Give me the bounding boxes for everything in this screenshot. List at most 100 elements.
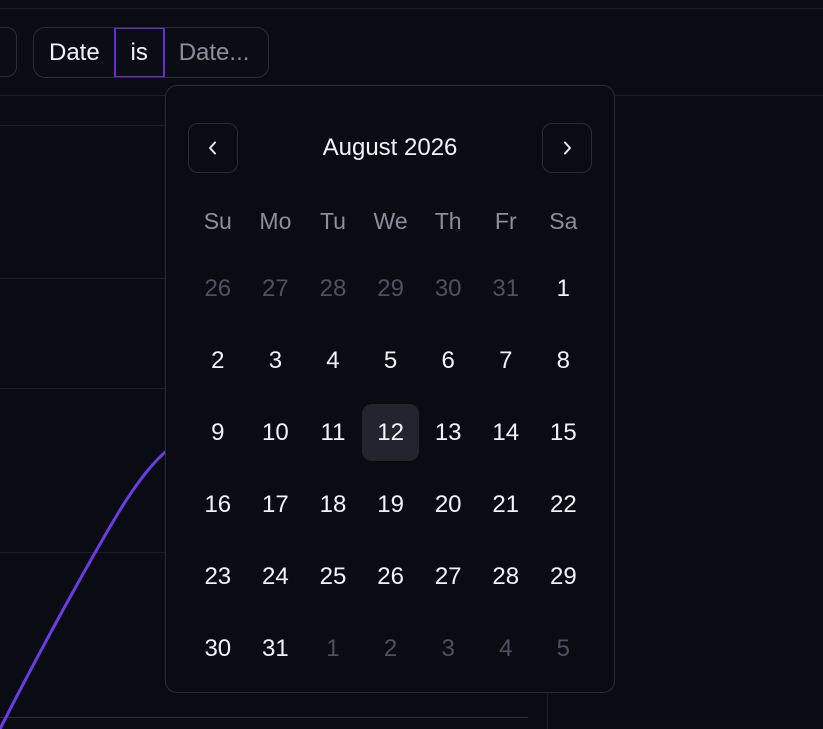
- calendar-day[interactable]: 14: [477, 397, 535, 469]
- calendar-day[interactable]: 16: [189, 469, 247, 541]
- calendar-day[interactable]: 28: [477, 541, 535, 613]
- day-number: 4: [499, 635, 513, 662]
- day-number: 14: [492, 419, 520, 446]
- next-month-button[interactable]: [542, 123, 592, 173]
- weekday-label: We: [373, 207, 408, 234]
- calendar-day[interactable]: 6: [419, 325, 477, 397]
- day-number: 23: [204, 563, 232, 590]
- calendar-day[interactable]: 2: [189, 325, 247, 397]
- calendar-day[interactable]: 9: [189, 397, 247, 469]
- day-number: 8: [556, 347, 571, 374]
- chevron-left-icon: [209, 141, 216, 155]
- day-number: 28: [319, 275, 347, 302]
- calendar-day-outside[interactable]: 29: [362, 253, 420, 325]
- day-number: 13: [434, 419, 462, 446]
- calendar-week-row: 30 31 1 2 3 4 5: [189, 613, 593, 685]
- day-number: 20: [434, 491, 462, 518]
- day-number: 30: [204, 635, 232, 662]
- calendar-day-outside[interactable]: 26: [189, 253, 247, 325]
- day-number: 4: [326, 347, 340, 374]
- calendar-day[interactable]: 13: [419, 397, 477, 469]
- weekday-label: Su: [203, 207, 232, 234]
- day-number: 18: [319, 491, 347, 518]
- calendar-day-outside[interactable]: 1: [304, 613, 362, 685]
- calendar-day[interactable]: 7: [477, 325, 535, 397]
- calendar-day-outside[interactable]: 28: [304, 253, 362, 325]
- calendar-day[interactable]: 18: [304, 469, 362, 541]
- day-number: 22: [550, 491, 577, 518]
- calendar-day[interactable]: 24: [247, 541, 305, 613]
- chart-series-line: [0, 446, 172, 729]
- day-number: 15: [550, 419, 577, 446]
- calendar-day[interactable]: 8: [535, 325, 593, 397]
- weekday-label: Sa: [549, 207, 578, 234]
- app-screen: Date is Date... August 2026 Su Mo Tu We …: [0, 0, 823, 729]
- calendar-day[interactable]: 3: [247, 325, 305, 397]
- calendar-day-outside[interactable]: 5: [535, 613, 593, 685]
- calendar-day[interactable]: 4: [304, 325, 362, 397]
- calendar-week-row: 16 17 18 19 20 21 22: [189, 469, 593, 541]
- weekday-label: Th: [434, 207, 462, 234]
- day-number: 28: [492, 563, 520, 590]
- calendar-day[interactable]: 1: [535, 253, 593, 325]
- weekday-label: Tu: [319, 207, 346, 234]
- calendar-day[interactable]: 22: [535, 469, 593, 541]
- day-number: 30: [434, 275, 462, 302]
- month-label: August 2026: [322, 134, 458, 161]
- day-number: 19: [377, 491, 404, 518]
- calendar-day[interactable]: 26: [362, 541, 420, 613]
- weekday-header-row: Su Mo Tu We Th Fr Sa: [189, 196, 592, 246]
- day-number: 2: [211, 347, 225, 374]
- calendar-day-outside[interactable]: 31: [477, 253, 535, 325]
- day-number: 3: [441, 635, 455, 662]
- calendar-day-selected[interactable]: 12: [361, 397, 420, 469]
- day-number: 12: [377, 419, 404, 446]
- calendar-day[interactable]: 20: [419, 469, 477, 541]
- calendar-day-outside[interactable]: 4: [477, 613, 535, 685]
- day-number: 27: [262, 275, 289, 302]
- calendar-day[interactable]: 11: [304, 397, 362, 469]
- day-number: 24: [262, 563, 289, 590]
- calendar-day-outside[interactable]: 2: [362, 613, 420, 685]
- calendar-week-row: 23 24 25 26 27 28 29: [189, 541, 593, 613]
- calendar-day[interactable]: 19: [362, 469, 420, 541]
- day-number: 6: [441, 347, 455, 374]
- day-number: 1: [556, 275, 571, 302]
- calendar-day-outside[interactable]: 30: [419, 253, 477, 325]
- day-number: 29: [550, 563, 577, 590]
- day-number: 29: [377, 275, 404, 302]
- calendar-day[interactable]: 25: [304, 541, 362, 613]
- calendar-day-outside[interactable]: 3: [419, 613, 477, 685]
- filter-field-label[interactable]: Date: [34, 28, 114, 77]
- calendar-day[interactable]: 5: [362, 325, 420, 397]
- previous-filter-chip[interactable]: [0, 27, 17, 77]
- day-number: 2: [383, 635, 398, 662]
- calendar-day[interactable]: 29: [535, 541, 593, 613]
- calendar-day[interactable]: 30: [189, 613, 247, 685]
- chevron-right-icon: [564, 141, 571, 155]
- calendar-day[interactable]: 23: [189, 541, 247, 613]
- calendar-week-row: 26 27 28 29 30 31 1: [189, 253, 593, 325]
- day-number: 27: [434, 563, 462, 590]
- filter-value-placeholder[interactable]: Date...: [165, 28, 250, 77]
- day-number: 11: [320, 419, 346, 446]
- calendar-week-row: 2 3 4 5 6 7 8: [189, 325, 593, 397]
- calendar-day[interactable]: 21: [477, 469, 535, 541]
- day-number: 16: [204, 491, 232, 518]
- date-filter-chip[interactable]: Date is Date...: [33, 27, 269, 78]
- calendar-day-grid: 26 27 28 29 30 31 1 2 3 4 5 6 7 8 9 10 11 12 13 14 15 16 17 18 1…: [189, 253, 593, 685]
- weekday-label: Fr: [494, 207, 517, 234]
- day-number: 21: [492, 491, 520, 518]
- calendar-day[interactable]: 27: [419, 541, 477, 613]
- calendar-day[interactable]: 10: [247, 397, 305, 469]
- date-picker-popover: August 2026 Su Mo Tu We Th Fr Sa 26 27 28 2…: [165, 85, 615, 693]
- calendar-day[interactable]: 31: [247, 613, 305, 685]
- calendar-day-outside[interactable]: 27: [247, 253, 305, 325]
- weekday-label: Mo: [259, 207, 292, 234]
- day-number: 1: [326, 635, 340, 662]
- calendar-day[interactable]: 15: [535, 397, 593, 469]
- filter-operator-button[interactable]: is: [113, 28, 165, 77]
- day-number: 9: [211, 419, 225, 446]
- previous-month-button[interactable]: [188, 123, 238, 173]
- calendar-day[interactable]: 17: [247, 469, 305, 541]
